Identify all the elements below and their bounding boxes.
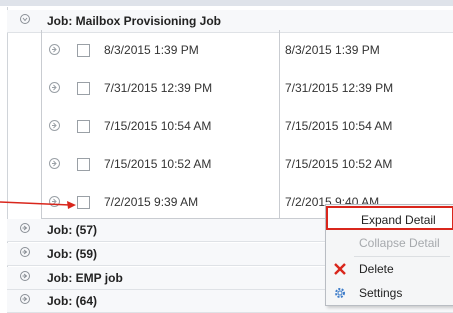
menu-item-collapse-detail: Collapse Detail (326, 231, 453, 255)
row-checkbox[interactable] (77, 82, 90, 95)
expand-circle-icon[interactable] (20, 223, 30, 233)
menu-item-delete[interactable]: Delete (326, 257, 453, 281)
table-row[interactable]: 7/15/2015 10:52 AM 7/15/2015 10:52 AM (42, 146, 453, 184)
expand-circle-icon[interactable] (20, 247, 30, 257)
group-title: Job: (57) (47, 223, 98, 237)
table-row[interactable]: 7/31/2015 12:39 PM 7/31/2015 12:39 PM (42, 70, 453, 108)
detail-table: 8/3/2015 1:39 PM 8/3/2015 1:39 PM 7/31/2… (41, 30, 453, 219)
row-checkbox[interactable] (77, 158, 90, 171)
end-time-cell: 8/3/2015 1:39 PM (285, 43, 380, 57)
top-strip (0, 0, 453, 6)
start-time-cell: 7/31/2015 12:39 PM (104, 81, 213, 95)
menu-item-settings[interactable]: Settings (326, 281, 453, 305)
end-time-cell: 7/31/2015 12:39 PM (285, 81, 394, 95)
expand-circle-icon[interactable] (20, 271, 30, 281)
table-row[interactable]: 7/15/2015 10:54 AM 7/15/2015 10:54 AM (42, 108, 453, 146)
row-checkbox[interactable] (77, 44, 90, 57)
expand-arrow-icon[interactable] (49, 158, 60, 169)
group-title: Job: Mailbox Provisioning Job (47, 14, 222, 28)
context-menu: Expand Detail Collapse Detail Delete Set… (325, 204, 453, 306)
delete-x-icon (334, 263, 346, 275)
menu-item-label: Settings (359, 286, 403, 300)
menu-item-label: Expand Detail (361, 213, 436, 227)
expand-arrow-icon[interactable] (49, 44, 60, 55)
menu-item-label: Collapse Detail (359, 236, 440, 250)
start-time-cell: 7/15/2015 10:54 AM (104, 119, 212, 133)
group-title: Job: EMP job (47, 271, 123, 285)
expand-circle-icon[interactable] (20, 294, 30, 304)
group-title: Job: (59) (47, 247, 98, 261)
menu-item-label: Delete (359, 262, 394, 276)
start-time-cell: 7/15/2015 10:52 AM (104, 157, 212, 171)
end-time-cell: 7/15/2015 10:54 AM (285, 119, 393, 133)
gear-icon (335, 288, 345, 298)
group-title: Job: (64) (47, 294, 98, 308)
row-checkbox[interactable] (77, 120, 90, 133)
menu-item-expand-detail[interactable]: Expand Detail (326, 206, 453, 230)
expand-arrow-icon[interactable] (49, 82, 60, 93)
collapse-circle-icon[interactable] (20, 14, 30, 24)
expand-arrow-icon[interactable] (49, 120, 60, 131)
end-time-cell: 7/15/2015 10:52 AM (285, 157, 393, 171)
start-time-cell: 7/2/2015 9:39 AM (104, 195, 199, 209)
start-time-cell: 8/3/2015 1:39 PM (104, 43, 199, 57)
table-row[interactable]: 8/3/2015 1:39 PM 8/3/2015 1:39 PM (42, 32, 453, 70)
annotation-arrow-icon (0, 201, 76, 209)
